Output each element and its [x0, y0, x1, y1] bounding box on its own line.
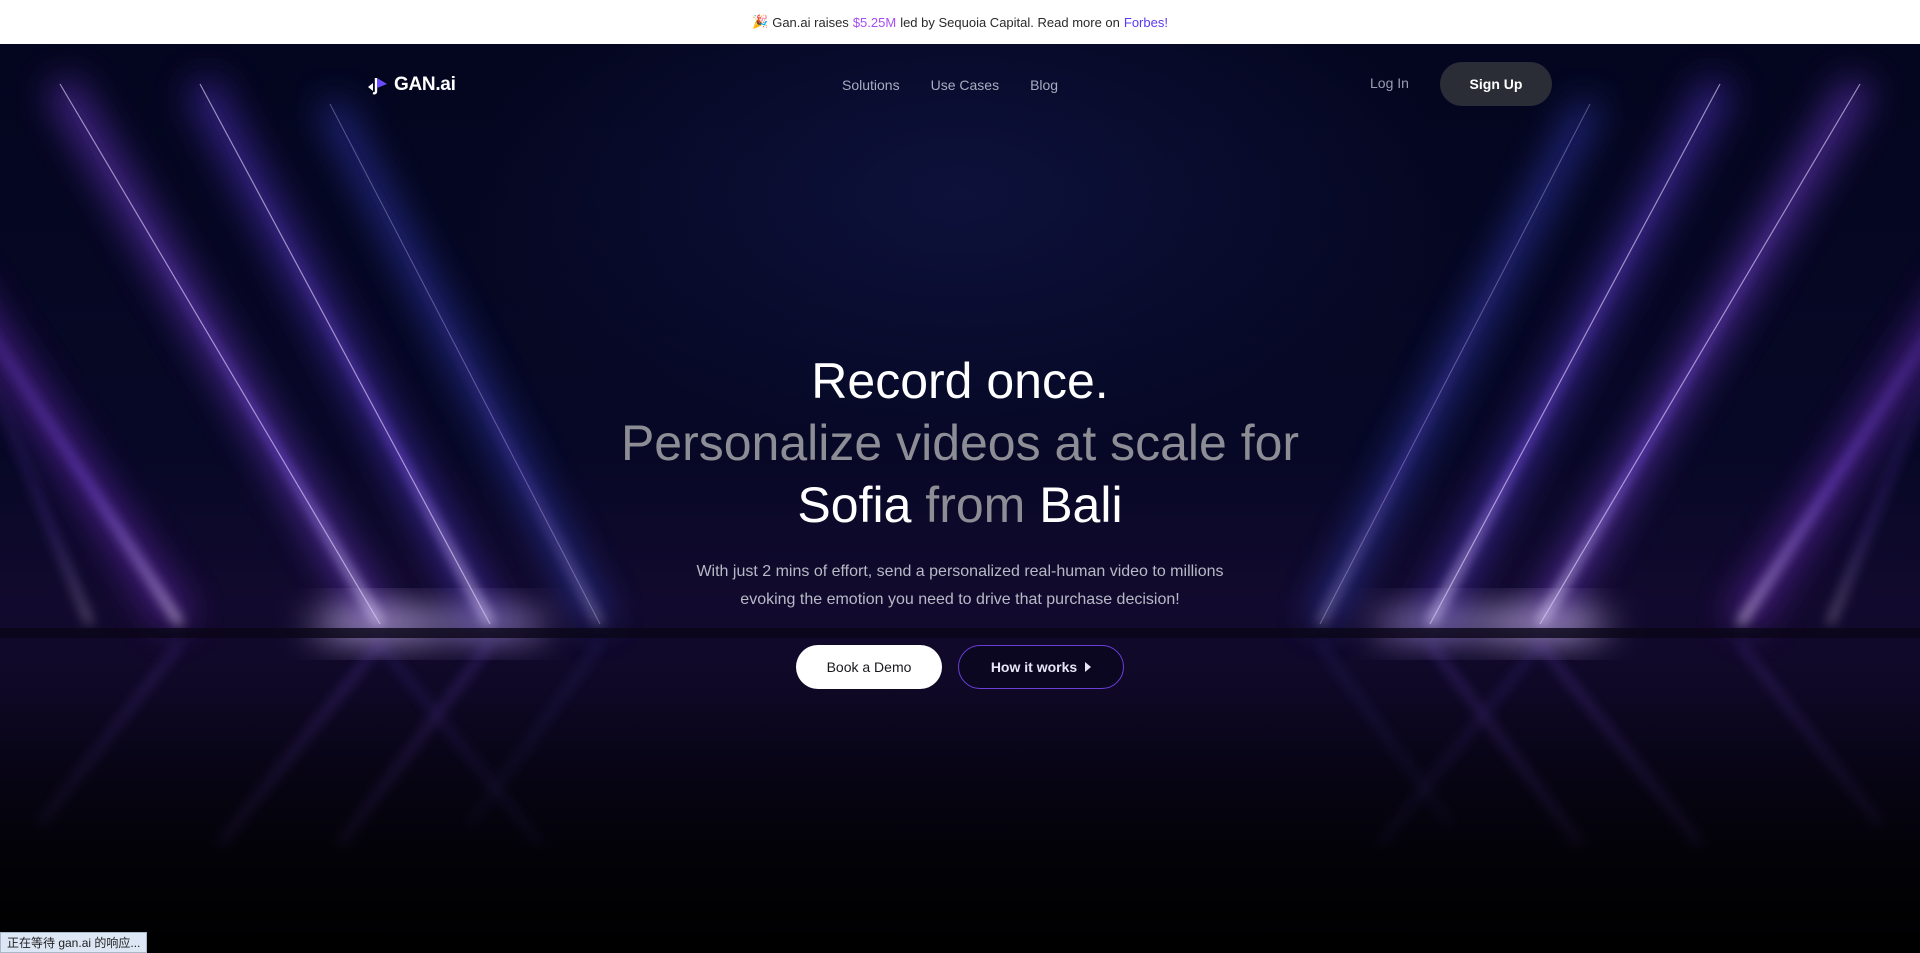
forbes-link[interactable]: Forbes! [1124, 15, 1168, 30]
logo-text: GAN.ai [394, 74, 456, 95]
nav-solutions[interactable]: Solutions [842, 77, 900, 93]
hero-subtext: With just 2 mins of effort, send a perso… [0, 558, 1920, 614]
nav-use-cases[interactable]: Use Cases [931, 77, 999, 93]
nav-blog[interactable]: Blog [1030, 77, 1058, 93]
funding-amount: $5.25M [852, 14, 897, 30]
logo-mark-icon [368, 78, 387, 95]
headline-line-2: Personalize videos at scale for [620, 415, 1300, 471]
headline-line-1: Record once. [811, 353, 1109, 409]
login-link[interactable]: Log In [1370, 75, 1409, 91]
how-it-works-button[interactable]: How it works [958, 645, 1124, 689]
hero-headline: Record once. Personalize videos at scale… [0, 350, 1920, 536]
browser-status-bar: 正在等待 gan.ai 的响应... [0, 932, 148, 953]
signup-button[interactable]: Sign Up [1440, 62, 1552, 106]
headline-line-3: Sofia from Bali [0, 474, 1920, 536]
subtext-line-1: With just 2 mins of effort, send a perso… [696, 563, 1224, 580]
announcement-prefix: Gan.ai raises [772, 14, 849, 30]
book-demo-button[interactable]: Book a Demo [796, 645, 942, 689]
party-popper-icon: 🎉 [752, 14, 769, 29]
main-nav: Solutions Use Cases Blog [842, 77, 1058, 93]
headline-from: from [925, 477, 1026, 533]
announcement-bar: 🎉 Gan.ai raises $5.25M led by Sequoia Ca… [0, 0, 1920, 44]
headline-name: Sofia [797, 477, 912, 533]
headline-place: Bali [1039, 477, 1123, 533]
hero-section: GAN.ai Solutions Use Cases Blog Log In S… [0, 44, 1920, 953]
cta-row: Book a Demo How it works [796, 645, 1124, 689]
how-it-works-label: How it works [990, 659, 1078, 675]
subtext-line-2: evoking the emotion you need to drive th… [740, 591, 1180, 608]
gan-ai-logo[interactable]: GAN.ai [366, 74, 456, 96]
play-arrow-icon [1085, 662, 1092, 672]
announcement-middle: led by Sequoia Capital. Read more on [900, 14, 1120, 30]
